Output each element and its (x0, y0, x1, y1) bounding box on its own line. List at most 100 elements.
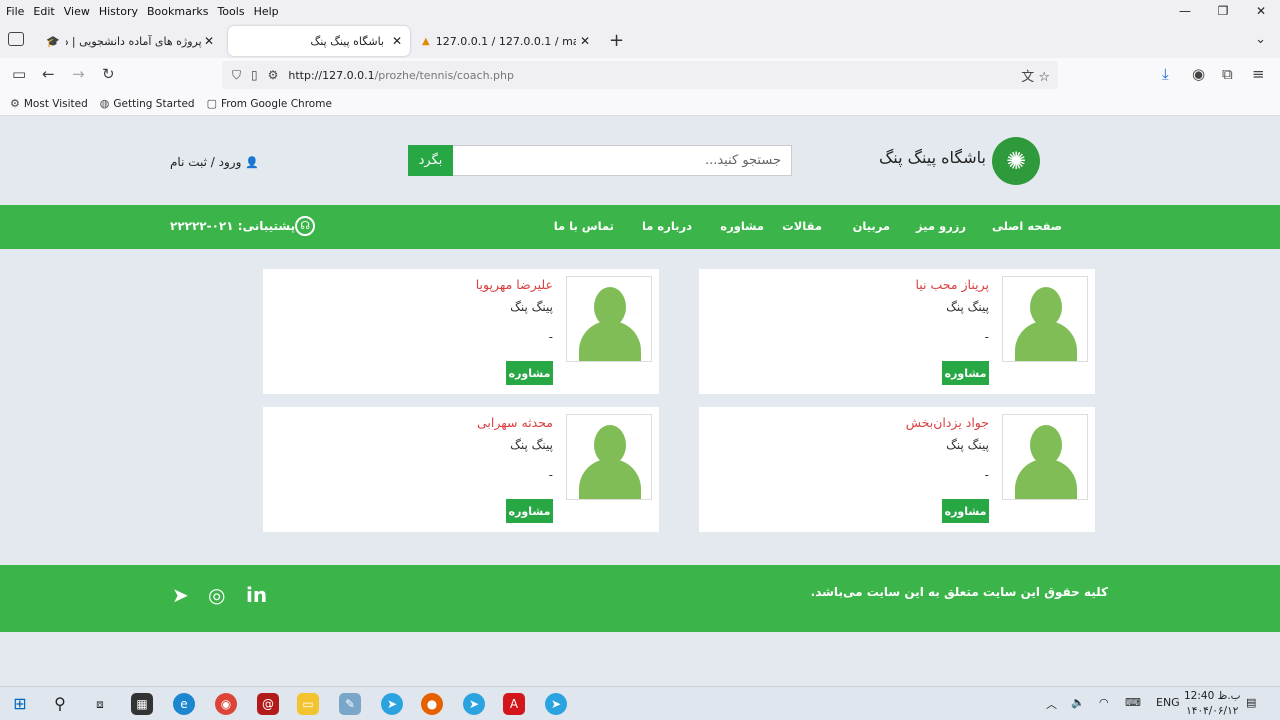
tab-title: 127.0.0.1 / 127.0.0.1 / maccesso (435, 34, 576, 48)
bookmark-most-visited[interactable]: ⚙ Most Visited (10, 97, 88, 110)
file-explorer-icon[interactable]: ▭ (297, 693, 319, 715)
telegram-app-icon[interactable]: ➤ (545, 693, 567, 715)
coach-sport: پینگ پنگ (946, 300, 989, 314)
download-icon[interactable]: ⤓ (1162, 66, 1169, 82)
folder-icon: ▢ (206, 97, 217, 110)
telegram-icon[interactable]: ➤ (172, 583, 189, 607)
telegram-app-icon[interactable]: ➤ (381, 693, 403, 715)
coach-note: - (548, 468, 553, 482)
coach-avatar (566, 414, 652, 500)
firefox-icon[interactable]: ● (421, 693, 443, 715)
permissions-icon[interactable]: ⚙ (268, 68, 279, 82)
web-page: ✺ باشگاه پینگ پنگ بگرد 👤 ورود / ثبت نام … (0, 116, 1280, 686)
menu-history[interactable]: History (99, 5, 138, 18)
menu-help[interactable]: Help (254, 5, 279, 18)
consult-button[interactable]: مشاوره (506, 499, 553, 523)
notification-icon[interactable]: ▤ (1246, 696, 1256, 709)
clock-date: ۱۴۰۴/۰۶/۱۲ (1186, 705, 1239, 717)
back-icon[interactable]: ← (42, 66, 55, 82)
task-view-icon[interactable]: ⧈ (89, 693, 111, 715)
page-icon: ▯ (251, 68, 258, 82)
menu-view[interactable]: View (64, 5, 90, 18)
tab-bar: 🎓 پروژه های آماده دانشجویی | دانلو ✕ باش… (0, 22, 1280, 58)
close-tab-icon[interactable]: ✕ (580, 34, 590, 48)
telegram-app-icon[interactable]: ➤ (463, 693, 485, 715)
clock-time: 12:40 ب.ظ (1184, 690, 1241, 702)
bookmark-getting-started[interactable]: ◍ Getting Started (100, 97, 195, 110)
reload-icon[interactable]: ↻ (102, 66, 115, 82)
extensions-icon[interactable]: ⧉ (1222, 66, 1233, 82)
clock[interactable]: 12:40 ب.ظ ۱۴۰۴/۰۶/۱۲ (1184, 689, 1241, 719)
search-button[interactable]: بگرد (408, 145, 453, 176)
keyboard-icon[interactable]: ⌨ (1125, 696, 1141, 709)
tab-title: پروژه های آماده دانشجویی | دانلو (65, 34, 202, 48)
support-phone: ☊ پشتیبانی: ۰۲۱-۲۲۲۲۲ (170, 216, 323, 236)
menu-bar: File Edit View History Bookmarks Tools H… (0, 0, 1280, 22)
shield-icon[interactable]: ⛉ (232, 68, 241, 83)
wifi-icon[interactable]: ◠ (1099, 696, 1109, 709)
search-input[interactable] (452, 145, 792, 176)
menu-file[interactable]: File (6, 5, 24, 18)
nav-reserve-table[interactable]: رزرو میز (916, 219, 966, 233)
acrobat-icon[interactable]: A (503, 693, 525, 715)
close-tab-icon[interactable]: ✕ (392, 34, 402, 48)
edge-icon[interactable]: e (173, 693, 195, 715)
login-link[interactable]: 👤 ورود / ثبت نام (170, 155, 259, 169)
consult-button[interactable]: مشاوره (506, 361, 553, 385)
coach-name[interactable]: جواد یزدان‌بخش (906, 415, 989, 430)
coach-avatar (1002, 276, 1088, 362)
tab-phpmyadmin[interactable]: ▲ 127.0.0.1 / 127.0.0.1 / maccesso ✕ (414, 26, 598, 56)
store-icon[interactable]: ▦ (131, 693, 153, 715)
nav-coaches[interactable]: مربیان (853, 219, 890, 233)
url-text[interactable]: http://127.0.0.1/prozhe/tennis/coach.php (288, 69, 514, 82)
headset-icon: ☊ (295, 216, 316, 236)
account-icon[interactable]: ◉ (1192, 66, 1205, 82)
forward-icon[interactable]: → (72, 66, 85, 82)
site-header: ✺ باشگاه پینگ پنگ بگرد 👤 ورود / ثبت نام (0, 116, 1280, 205)
coach-card: پریناز محب نیا پینگ پنگ - مشاوره (699, 269, 1095, 394)
app-icon[interactable]: @ (257, 693, 279, 715)
new-tab-icon[interactable]: + (609, 30, 624, 51)
minimize-icon[interactable]: — (1166, 0, 1204, 22)
tab-list-icon[interactable] (8, 32, 24, 46)
site-footer: کلیه حقوق این سایت متعلق به این سایت می‌… (0, 565, 1280, 632)
language-indicator[interactable]: ENG (1156, 696, 1180, 709)
linkedin-icon[interactable]: in (246, 583, 267, 607)
nav-contact[interactable]: تماس با ما (554, 219, 614, 233)
url-bar[interactable]: ⛉ ▯ ⚙ http://127.0.0.1/prozhe/tennis/coa… (222, 61, 1058, 89)
coach-sport: پینگ پنگ (510, 438, 553, 452)
chevron-down-icon[interactable]: ⌄ (1255, 32, 1266, 47)
globe-icon: ◍ (99, 97, 110, 110)
close-window-icon[interactable]: ✕ (1242, 0, 1280, 22)
consult-button[interactable]: مشاوره (942, 361, 989, 385)
menu-edit[interactable]: Edit (33, 5, 54, 18)
nav-about[interactable]: درباره ما (642, 219, 692, 233)
tab-pingpong[interactable]: باشگاه پینگ پنگ ✕ (228, 26, 410, 56)
chevron-up-icon[interactable]: ︿ (1046, 696, 1057, 712)
close-tab-icon[interactable]: ✕ (204, 34, 214, 48)
coach-name[interactable]: پریناز محب نیا (915, 277, 989, 292)
chrome-icon[interactable]: ◉ (215, 693, 237, 715)
coach-name[interactable]: علیرضا مهرپویا (476, 277, 553, 292)
coach-name[interactable]: محدثه سهرابی (477, 415, 553, 430)
menu-tools[interactable]: Tools (217, 5, 244, 18)
nav-home[interactable]: صفحه اصلی (992, 219, 1062, 233)
notepad-icon[interactable]: ✎ (339, 693, 361, 715)
nav-consulting[interactable]: مشاوره (720, 219, 764, 233)
consult-button[interactable]: مشاوره (942, 499, 989, 523)
bookmark-from-chrome[interactable]: ▢ From Google Chrome (207, 97, 332, 110)
site-brand[interactable]: باشگاه پینگ پنگ (879, 148, 986, 167)
nav-articles[interactable]: مقالات (782, 219, 822, 233)
site-logo[interactable]: ✺ (992, 137, 1040, 185)
gear-icon: ⚙ (10, 97, 20, 110)
search-icon[interactable]: ⚲ (49, 693, 71, 715)
hamburger-menu-icon[interactable]: ≡ (1252, 66, 1265, 82)
sidebar-icon[interactable]: ▭ (12, 66, 26, 82)
windows-start-icon[interactable]: ⊞ (9, 693, 31, 715)
maximize-icon[interactable]: ❐ (1204, 0, 1242, 22)
tab-projects[interactable]: 🎓 پروژه های آماده دانشجویی | دانلو ✕ (38, 26, 222, 56)
menu-bookmarks[interactable]: Bookmarks (147, 5, 208, 18)
instagram-icon[interactable]: ◎ (208, 583, 225, 607)
translate-star-icons[interactable]: 文 ☆ (1021, 66, 1050, 85)
volume-icon[interactable]: 🔈 (1071, 696, 1085, 709)
